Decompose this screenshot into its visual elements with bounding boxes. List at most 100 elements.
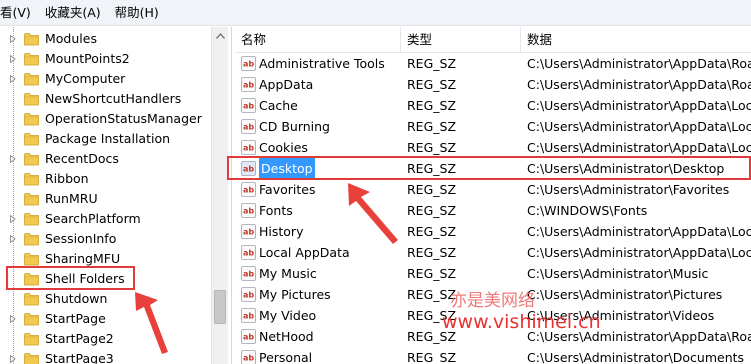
svg-text:ab: ab bbox=[243, 207, 254, 216]
tree-item-label: Modules bbox=[45, 31, 97, 46]
list-header: 名称 类型 数据 bbox=[235, 27, 751, 53]
value-data: C:\WINDOWS\Fonts bbox=[527, 203, 648, 218]
string-value-icon: ab bbox=[241, 350, 256, 364]
value-type: REG_SZ bbox=[407, 56, 457, 71]
value-row[interactable]: ab Personal REG_SZ C:\Users\Administrator\D… bbox=[235, 347, 751, 364]
folder-icon bbox=[24, 92, 40, 106]
menu-favorites[interactable]: 收藏夹(A) bbox=[38, 2, 108, 24]
svg-text:ab: ab bbox=[243, 60, 254, 69]
tree-item[interactable]: MountPoints2 bbox=[0, 49, 210, 69]
tree-item-label: MyComputer bbox=[45, 71, 126, 86]
scroll-up-arrow-icon[interactable] bbox=[212, 27, 228, 44]
value-name: NetHood bbox=[259, 329, 314, 344]
tree-item-label: MountPoints2 bbox=[45, 51, 130, 66]
tree-item[interactable]: Shutdown bbox=[0, 289, 210, 309]
svg-text:ab: ab bbox=[243, 228, 254, 237]
string-value-icon: ab bbox=[241, 140, 256, 155]
tree-scrollbar-thumb[interactable] bbox=[214, 290, 226, 324]
folder-icon bbox=[24, 32, 40, 46]
value-type: REG_SZ bbox=[407, 266, 457, 281]
svg-text:ab: ab bbox=[243, 123, 254, 132]
column-header-data[interactable]: 数据 bbox=[521, 27, 751, 53]
value-type: REG_SZ bbox=[407, 119, 457, 134]
registry-key-tree: Modules MountPoints2 MyComputer NewShortcut… bbox=[0, 27, 232, 364]
expand-triangle-icon[interactable] bbox=[10, 215, 16, 223]
column-header-name[interactable]: 名称 bbox=[235, 27, 401, 53]
value-name: My Pictures bbox=[259, 287, 331, 302]
string-value-icon: ab bbox=[241, 203, 256, 218]
expand-triangle-icon[interactable] bbox=[10, 35, 16, 43]
expand-triangle-icon[interactable] bbox=[10, 235, 16, 243]
value-row[interactable]: ab Fonts REG_SZ C:\WINDOWS\Fonts bbox=[235, 200, 751, 221]
string-value-icon: ab bbox=[241, 98, 256, 113]
tree-item[interactable]: StartPage2 bbox=[0, 329, 210, 349]
string-value-icon: ab bbox=[241, 266, 256, 281]
value-row[interactable]: ab My Music REG_SZ C:\Users\Administrator\M… bbox=[235, 263, 751, 284]
value-row[interactable]: ab Administrative Tools REG_SZ C:\Users\Adm… bbox=[235, 53, 751, 74]
value-name: My Video bbox=[259, 308, 317, 323]
value-row[interactable]: ab Local AppData REG_SZ C:\Users\Administra… bbox=[235, 242, 751, 263]
expand-triangle-icon[interactable] bbox=[10, 155, 16, 163]
tree-item-label: RecentDocs bbox=[45, 151, 119, 166]
menu-view[interactable]: 看(V) bbox=[0, 2, 38, 24]
value-row[interactable]: ab Cache REG_SZ C:\Users\Administrator\AppD… bbox=[235, 95, 751, 116]
tree-item[interactable]: MyComputer bbox=[0, 69, 210, 89]
string-value-icon: ab bbox=[241, 182, 256, 197]
value-row[interactable]: ab History REG_SZ C:\Users\Administrator\Ap… bbox=[235, 221, 751, 242]
value-name: History bbox=[259, 224, 304, 239]
value-row[interactable]: ab CD Burning REG_SZ C:\Users\Administrator… bbox=[235, 116, 751, 137]
tree-item[interactable]: Package Installation bbox=[0, 129, 210, 149]
tree-item[interactable]: OperationStatusManager bbox=[0, 109, 210, 129]
tree-item-label: SessionInfo bbox=[45, 231, 117, 246]
value-row[interactable]: ab Cookies REG_SZ C:\Users\Administrator\Ap… bbox=[235, 137, 751, 158]
menu-help[interactable]: 帮助(H) bbox=[108, 2, 166, 24]
expand-triangle-icon[interactable] bbox=[10, 55, 16, 63]
tree-scrollbar[interactable] bbox=[211, 27, 228, 364]
tree-item[interactable]: Modules bbox=[0, 29, 210, 49]
tree-item[interactable]: Ribbon bbox=[0, 169, 210, 189]
value-data: C:\Users\Administrator\AppData\Roam bbox=[527, 56, 751, 71]
value-type: REG_SZ bbox=[407, 203, 457, 218]
folder-icon bbox=[24, 352, 40, 364]
value-data: C:\Users\Administrator\AppData\Roam bbox=[527, 77, 751, 92]
svg-text:ab: ab bbox=[243, 186, 254, 195]
svg-text:ab: ab bbox=[243, 249, 254, 258]
tree-item[interactable]: RecentDocs bbox=[0, 149, 210, 169]
folder-icon bbox=[24, 332, 40, 346]
tree-item[interactable]: SearchPlatform bbox=[0, 209, 210, 229]
value-row[interactable]: ab Favorites REG_SZ C:\Users\Administrator\… bbox=[235, 179, 751, 200]
svg-text:ab: ab bbox=[243, 333, 254, 342]
expand-triangle-icon[interactable] bbox=[10, 355, 16, 363]
value-data: C:\Users\Administrator\Documents bbox=[527, 350, 745, 364]
value-type: REG_SZ bbox=[407, 98, 457, 113]
string-value-icon: ab bbox=[241, 245, 256, 260]
value-type: REG_SZ bbox=[407, 182, 457, 197]
tree-item[interactable]: SessionInfo bbox=[0, 229, 210, 249]
expand-triangle-icon[interactable] bbox=[10, 75, 16, 83]
tree-item-label: OperationStatusManager bbox=[45, 111, 202, 126]
tree-item[interactable]: RunMRU bbox=[0, 189, 210, 209]
folder-icon bbox=[24, 172, 40, 186]
value-data: C:\Users\Administrator\AppData\Local bbox=[527, 245, 751, 260]
tree-item[interactable]: NewShortcutHandlers bbox=[0, 89, 210, 109]
highlight-box-shell-folders bbox=[6, 266, 135, 290]
tree-item-label: StartPage2 bbox=[45, 331, 114, 346]
folder-icon bbox=[24, 72, 40, 86]
value-data: C:\Users\Administrator\AppData\Local bbox=[527, 119, 751, 134]
tree-item[interactable]: StartPage bbox=[0, 309, 210, 329]
string-value-icon: ab bbox=[241, 119, 256, 134]
value-row[interactable]: ab AppData REG_SZ C:\Users\Administrator\Ap… bbox=[235, 74, 751, 95]
folder-icon bbox=[24, 152, 40, 166]
folder-icon bbox=[24, 232, 40, 246]
tree-item[interactable]: StartPage3 bbox=[0, 349, 210, 364]
value-data: C:\Users\Administrator\AppData\Local bbox=[527, 224, 751, 239]
string-value-icon: ab bbox=[241, 77, 256, 92]
value-data: C:\Users\Administrator\AppData\Local bbox=[527, 140, 751, 155]
menu-bar: 看(V) 收藏夹(A) 帮助(H) bbox=[0, 0, 751, 26]
expand-triangle-icon[interactable] bbox=[10, 315, 16, 323]
value-name: My Music bbox=[259, 266, 317, 281]
column-header-type[interactable]: 类型 bbox=[401, 27, 521, 53]
watermark-text: 亦是美网络 bbox=[450, 291, 535, 311]
string-value-icon: ab bbox=[241, 56, 256, 71]
value-name: Fonts bbox=[259, 203, 293, 218]
